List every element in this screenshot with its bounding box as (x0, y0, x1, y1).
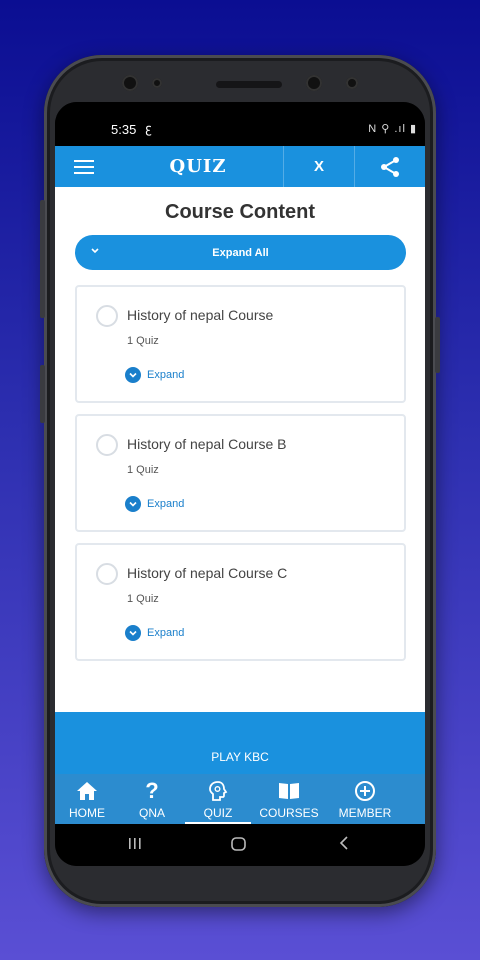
nav-item-qna[interactable]: ? QNA (119, 774, 185, 824)
earpiece-speaker (216, 81, 282, 88)
course-card: History of nepal Course C 1 Quiz Expand (75, 543, 406, 661)
notification-icon: ꜫ (145, 121, 153, 136)
sensor-dot (152, 78, 162, 88)
home-square-icon (231, 837, 246, 851)
course-quiz-count: 1 Quiz (127, 335, 159, 347)
nav-item-member[interactable]: MEMBER (327, 774, 403, 824)
recent-apps-button[interactable] (127, 835, 143, 856)
bottom-nav: HOME ? QNA QUIZ COURSES MEMBER (55, 774, 425, 824)
screen: 5:35 ꜫ N ⚲ .ıl ▮ QUIZ X Course Content E… (55, 102, 425, 866)
menu-button[interactable] (55, 146, 113, 187)
back-system-button[interactable] (337, 835, 351, 856)
recents-icon (129, 838, 141, 849)
volume-button (40, 200, 45, 318)
chevron-down-icon (91, 248, 99, 254)
expand-all-label: Expand All (212, 246, 269, 259)
chevron-down-icon (125, 367, 141, 383)
signal-icons: N ⚲ .ıl ▮ (368, 123, 417, 135)
page-title: Course Content (165, 201, 315, 223)
chevron-down-icon (125, 496, 141, 512)
camera-dot (122, 75, 138, 91)
share-button[interactable] (355, 146, 425, 187)
brain-icon (207, 779, 229, 803)
nav-label: MEMBER (338, 806, 392, 820)
nav-label: QUIZ (203, 806, 233, 820)
play-kbc-label: PLAY KBC (211, 750, 269, 764)
course-card: History of nepal Course B 1 Quiz Expand (75, 414, 406, 532)
bixby-button (40, 365, 45, 423)
iris-sensor (346, 77, 358, 89)
course-expand-label: Expand (147, 369, 185, 381)
status-bar: 5:35 ꜫ N ⚲ .ıl ▮ (55, 102, 425, 146)
course-title: History of nepal Course B (127, 436, 287, 452)
chevron-down-icon (125, 625, 141, 641)
nav-label: HOME (69, 806, 105, 820)
share-icon (381, 156, 399, 177)
play-kbc-button[interactable]: PLAY KBC (55, 712, 425, 774)
course-title: History of nepal Course C (127, 565, 288, 581)
main-content: Course Content Expand All History of nep… (55, 187, 425, 712)
nav-label: QNA (138, 806, 165, 820)
close-button[interactable]: X (283, 146, 355, 187)
course-title: History of nepal Course (127, 307, 274, 323)
course-quiz-count: 1 Quiz (127, 593, 159, 605)
course-expand-label: Expand (147, 498, 185, 510)
expand-all-button[interactable]: Expand All (75, 235, 406, 270)
plus-circle-icon (354, 779, 376, 803)
course-expand-button[interactable]: Expand (125, 625, 184, 641)
home-icon (76, 779, 98, 803)
course-radio[interactable] (96, 563, 118, 585)
book-icon (277, 779, 301, 803)
course-radio[interactable] (96, 434, 118, 456)
app-title: QUIZ (169, 156, 227, 177)
front-camera (306, 75, 322, 91)
course-quiz-count: 1 Quiz (127, 464, 159, 476)
course-expand-label: Expand (147, 627, 185, 639)
course-expand-button[interactable]: Expand (125, 367, 184, 383)
question-icon: ? (145, 778, 159, 803)
back-arrow-icon (339, 836, 348, 850)
hamburger-icon (74, 159, 94, 174)
nav-item-courses[interactable]: COURSES (251, 774, 327, 824)
status-time: 5:35 (111, 122, 137, 137)
course-card: History of nepal Course 1 Quiz Expand (75, 285, 406, 403)
nav-label: COURSES (259, 806, 319, 820)
power-button (435, 317, 440, 373)
course-expand-button[interactable]: Expand (125, 496, 184, 512)
system-nav-bar (55, 824, 425, 866)
course-radio[interactable] (96, 305, 118, 327)
nav-item-home[interactable]: HOME (55, 774, 119, 824)
nav-item-quiz[interactable]: QUIZ (185, 774, 251, 824)
home-system-button[interactable] (230, 835, 248, 858)
app-bar: QUIZ X (55, 146, 425, 187)
